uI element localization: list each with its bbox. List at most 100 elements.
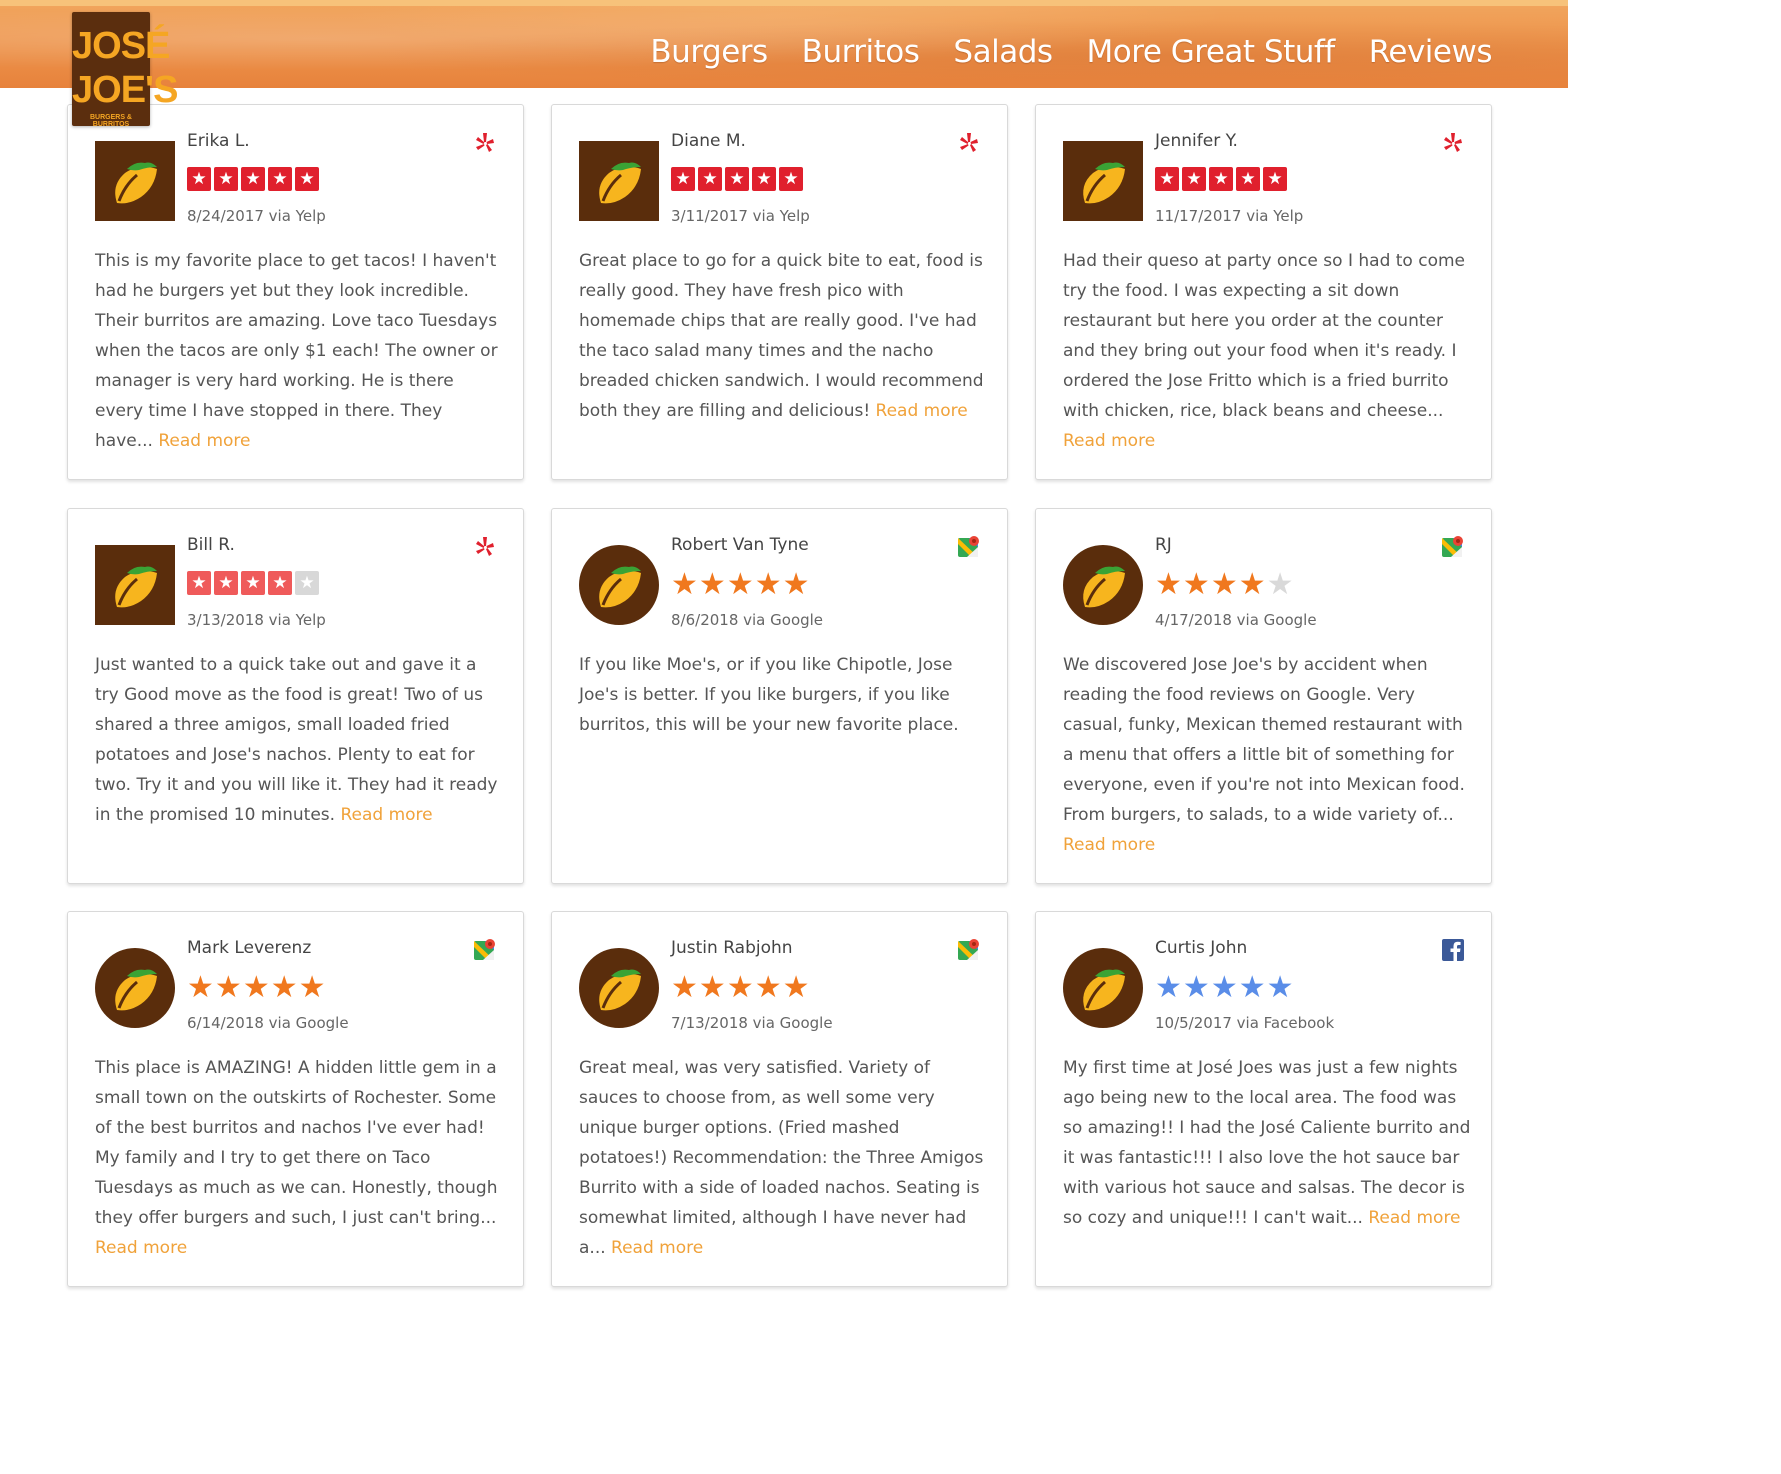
review-card: Justin Rabjohn ★ ★ ★ ★ ★ 7/13/2018 via Google G… <box>551 911 1008 1287</box>
read-more-link[interactable]: Read more <box>1063 835 1155 855</box>
site-header: Burgers Burritos Salads More Great Stuff… <box>0 0 1568 88</box>
site-logo[interactable]: JOSÉ JOE'S BURGERS & BURRITOS <box>72 12 178 128</box>
star-icon: ★ <box>671 567 698 602</box>
review-text-content: Great place to go for a quick bite to ea… <box>579 251 984 421</box>
review-card: Bill R. ★ ★ ★ ★ ★ 3/13/2018 via Yelp Just wante… <box>67 508 524 884</box>
star-rating: ★ ★ ★ ★ ★ <box>671 167 806 191</box>
taco-logo-icon <box>115 969 157 1011</box>
review-text: This place is AMAZING! A hidden little g… <box>95 1053 505 1263</box>
star-rating: ★ ★ ★ ★ ★ <box>671 567 811 602</box>
review-date: 3/11/2017 via Yelp <box>671 207 810 225</box>
read-more-link[interactable]: Read more <box>1368 1208 1460 1228</box>
star-icon: ★ <box>698 970 726 1005</box>
star-icon: ★ <box>1182 567 1210 602</box>
star-icon: ★ <box>295 167 319 191</box>
review-date: 11/17/2017 via Yelp <box>1155 207 1304 225</box>
yelp-icon[interactable] <box>473 535 497 559</box>
star-rating: ★ ★ ★ ★ ★ <box>1155 567 1295 602</box>
taco-logo-icon <box>599 566 641 608</box>
nav-more-great-stuff[interactable]: More Great Stuff <box>1087 32 1336 72</box>
star-icon: ★ <box>779 167 803 191</box>
reviewer-avatar <box>95 948 175 1028</box>
review-text: Great place to go for a quick bite to ea… <box>579 246 989 426</box>
read-more-link[interactable]: Read more <box>95 1238 187 1258</box>
star-icon: ★ <box>726 567 754 602</box>
review-date: 4/17/2018 via Google <box>1155 611 1317 629</box>
review-text-content: If you like Moe's, or if you like Chipot… <box>579 655 959 735</box>
star-icon: ★ <box>1155 567 1182 602</box>
star-icon: ★ <box>1182 167 1206 191</box>
read-more-link[interactable]: Read more <box>340 805 432 825</box>
review-card: Robert Van Tyne ★ ★ ★ ★ ★ 8/6/2018 via Google I… <box>551 508 1008 884</box>
nav-salads[interactable]: Salads <box>953 32 1053 72</box>
review-date: 8/24/2017 via Yelp <box>187 207 326 225</box>
review-date: 3/13/2018 via Yelp <box>187 611 326 629</box>
review-text-content: My first time at José Joes was just a fe… <box>1063 1058 1471 1228</box>
review-text-content: Great meal, was very satisfied. Variety … <box>579 1058 984 1258</box>
yelp-icon[interactable] <box>957 131 981 155</box>
star-icon: ★ <box>187 167 211 191</box>
reviewer-avatar <box>1063 545 1143 625</box>
star-icon: ★ <box>671 167 695 191</box>
nav-reviews[interactable]: Reviews <box>1369 32 1493 72</box>
review-card: RJ ★ ★ ★ ★ ★ 4/17/2018 via Google We discovered… <box>1035 508 1492 884</box>
star-icon: ★ <box>782 970 810 1005</box>
review-text: We discovered Jose Joe's by accident whe… <box>1063 650 1473 860</box>
read-more-link[interactable]: Read more <box>876 401 968 421</box>
yelp-icon[interactable] <box>473 131 497 155</box>
nav-burgers[interactable]: Burgers <box>650 32 768 72</box>
star-icon: ★ <box>241 571 265 595</box>
star-icon: ★ <box>754 970 782 1005</box>
review-card: Diane M. ★ ★ ★ ★ ★ 3/11/2017 via Yelp Great pla… <box>551 104 1008 480</box>
star-icon: ★ <box>298 970 326 1005</box>
star-icon: ★ <box>1266 567 1294 602</box>
nav-burritos[interactable]: Burritos <box>802 32 920 72</box>
star-icon: ★ <box>241 167 265 191</box>
star-icon: ★ <box>214 571 238 595</box>
star-icon: ★ <box>187 571 211 595</box>
reviewer-name: Diane M. <box>671 131 746 151</box>
review-text: Just wanted to a quick take out and gave… <box>95 650 505 830</box>
logo-tagline: BURGERS & BURRITOS <box>89 114 132 128</box>
star-icon: ★ <box>1155 167 1179 191</box>
reviewer-name: Justin Rabjohn <box>671 938 793 958</box>
taco-logo-icon <box>599 162 641 204</box>
star-icon: ★ <box>214 970 242 1005</box>
reviewer-avatar <box>579 545 659 625</box>
read-more-link[interactable]: Read more <box>611 1238 703 1258</box>
review-date: 6/14/2018 via Google <box>187 1014 349 1032</box>
review-date: 8/6/2018 via Google <box>671 611 824 629</box>
star-icon: ★ <box>1263 167 1287 191</box>
reviewer-name: Mark Leverenz <box>187 938 312 958</box>
review-text: My first time at José Joes was just a fe… <box>1063 1053 1473 1233</box>
google-maps-icon[interactable] <box>957 938 981 962</box>
taco-logo-icon <box>115 566 157 608</box>
star-icon: ★ <box>242 970 270 1005</box>
star-icon: ★ <box>1210 970 1238 1005</box>
read-more-link[interactable]: Read more <box>1063 431 1155 451</box>
google-maps-icon[interactable] <box>1441 535 1465 559</box>
star-icon: ★ <box>214 167 238 191</box>
yelp-icon[interactable] <box>1441 131 1465 155</box>
review-date: 10/5/2017 via Facebook <box>1155 1014 1335 1032</box>
facebook-icon[interactable] <box>1441 938 1465 962</box>
star-icon: ★ <box>1155 970 1182 1005</box>
star-rating: ★ ★ ★ ★ ★ <box>187 970 327 1005</box>
review-card: Jennifer Y. ★ ★ ★ ★ ★ 11/17/2017 via Yelp Had t… <box>1035 104 1492 480</box>
star-icon: ★ <box>268 571 292 595</box>
review-text-content: We discovered Jose Joe's by accident whe… <box>1063 655 1465 825</box>
star-icon: ★ <box>754 567 782 602</box>
star-icon: ★ <box>1238 970 1266 1005</box>
google-maps-icon[interactable] <box>473 938 497 962</box>
star-icon: ★ <box>1209 167 1233 191</box>
reviewer-avatar <box>579 948 659 1028</box>
star-icon: ★ <box>187 970 214 1005</box>
star-rating: ★ ★ ★ ★ ★ <box>1155 167 1290 191</box>
taco-logo-icon <box>1083 162 1125 204</box>
logo-line-1: JOSÉ <box>72 25 170 67</box>
reviewer-name: Bill R. <box>187 535 235 555</box>
taco-logo-icon <box>115 162 157 204</box>
google-maps-icon[interactable] <box>957 535 981 559</box>
read-more-link[interactable]: Read more <box>158 431 250 451</box>
star-icon: ★ <box>1210 567 1238 602</box>
